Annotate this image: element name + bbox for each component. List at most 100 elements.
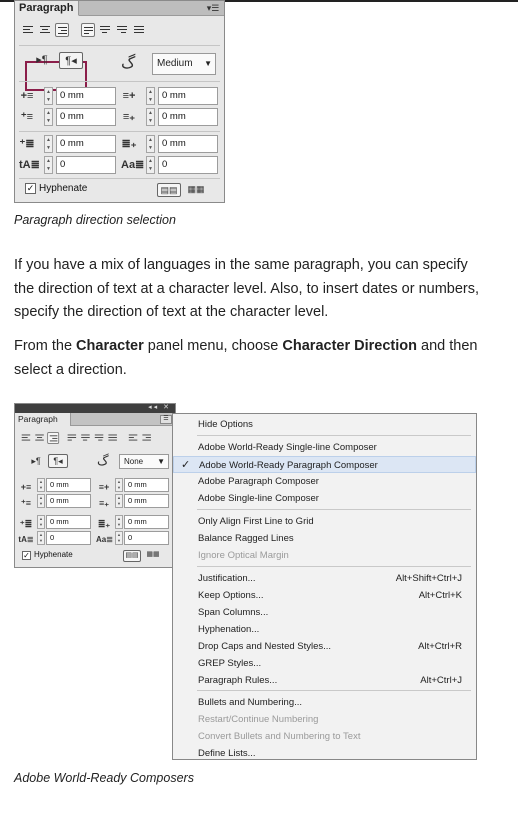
menu-separator [197,509,471,510]
menu-item[interactable]: Adobe Paragraph Composer [173,473,476,490]
hyphenate-checkbox[interactable]: ✓ [22,551,31,560]
align-away-spine-icon[interactable] [141,432,153,444]
menu-item[interactable]: Paragraph Rules... Alt+Ctrl+J [173,672,476,689]
menu-item[interactable]: Keep Options... Alt+Ctrl+K [173,587,476,604]
right-indent-field[interactable]: 0 mm [124,478,169,492]
last-line-indent-icon: ≡₊ [98,498,109,508]
first-line-indent-icon: ⁺≡ [20,498,31,508]
drop-cap-lines-field[interactable]: 0 [46,531,91,545]
last-line-indent-stepper[interactable]: ▲ ▼ [146,108,155,126]
align-left-icon[interactable] [20,432,32,444]
panel-menu-icon[interactable]: ☰ [160,415,172,424]
drop-cap-lines-field[interactable]: 0 [56,156,116,174]
last-line-indent-icon: ≡₊ [122,111,136,123]
drop-cap-chars-icon: Aa≣ [96,535,113,544]
left-indent-field[interactable]: 0 mm [46,478,91,492]
menu-item[interactable]: Hyphenation... [173,621,476,638]
menu-item[interactable]: Adobe World-Ready Single-line Composer [173,439,476,456]
rtl-direction-button[interactable]: ¶◂ [59,52,83,69]
menu-item-label: Ignore Optical Margin [198,550,289,561]
menu-item-label: Justification... [198,573,256,584]
hyphenate-label: Hyphenate [39,183,88,194]
menu-item[interactable]: Hide Options [173,416,476,433]
menu-item-label: GREP Styles... [198,658,262,669]
drop-cap-chars-stepper[interactable]: ▲ ▼ [146,156,155,174]
composer-icon: ﮒ [97,453,109,468]
panel-tab-paragraph[interactable]: Paragraph [15,413,71,426]
justify-center-icon[interactable] [80,432,92,444]
first-line-indent-stepper[interactable]: ▲ ▼ [37,494,45,508]
align-left-icon[interactable] [21,23,35,37]
span-columns-button[interactable]: ▤▤ [123,550,141,562]
menu-item[interactable]: Bullets and Numbering... [173,694,476,711]
panel-menu-icon[interactable]: ▾☰ [205,2,221,14]
collapse-close-icon[interactable]: ◂◂ ✕ [148,403,171,411]
hyphenate-label: Hyphenate [34,550,73,559]
panel-tab-paragraph[interactable]: Paragraph [15,1,79,16]
align-toward-spine-icon[interactable] [127,432,139,444]
drop-cap-lines-stepper[interactable]: ▲ ▼ [44,156,53,174]
space-after-field[interactable]: 0 mm [158,135,218,153]
drop-cap-chars-field[interactable]: 0 [124,531,169,545]
menu-item[interactable]: Adobe Single-line Composer [173,490,476,507]
drop-cap-chars-stepper[interactable]: ▲ ▼ [115,531,123,545]
right-indent-field[interactable]: 0 mm [158,87,218,105]
justify-right-icon[interactable] [115,23,129,37]
first-line-indent-stepper[interactable]: ▲ ▼ [44,108,53,126]
rtl-direction-button[interactable]: ¶◂ [48,454,68,468]
space-after-stepper[interactable]: ▲ ▼ [146,135,155,153]
menu-item[interactable]: Span Columns... [173,604,476,621]
justify-right-icon[interactable] [93,432,105,444]
composer-select-value: Medium [157,58,193,69]
left-indent-stepper[interactable]: ▲ ▼ [44,87,53,105]
split-columns-button[interactable]: ▦▦ [185,183,207,197]
menu-item[interactable]: Drop Caps and Nested Styles... Alt+Ctrl+R [173,638,476,655]
menu-item[interactable]: Only Align First Line to Grid [173,513,476,530]
drop-cap-lines-stepper[interactable]: ▲ ▼ [37,531,45,545]
menu-item-label: Restart/Continue Numbering [198,714,319,725]
first-line-indent-field[interactable]: 0 mm [46,494,91,508]
menu-item[interactable]: Balance Ragged Lines [173,530,476,547]
menu-separator [197,435,471,436]
span-columns-button[interactable]: ▤▤ [157,183,181,197]
hyphenate-checkbox[interactable]: ✓ [25,183,36,194]
space-before-field[interactable]: 0 mm [56,135,116,153]
space-after-field[interactable]: 0 mm [124,515,169,529]
left-indent-stepper[interactable]: ▲ ▼ [37,478,45,492]
menu-item[interactable]: Define Lists... [173,745,476,762]
align-center-icon[interactable] [34,432,46,444]
last-line-indent-field[interactable]: 0 mm [124,494,169,508]
menu-item[interactable]: GREP Styles... [173,655,476,672]
menu-item-label: Adobe World-Ready Single-line Composer [198,442,377,453]
panel-title: Paragraph [18,414,58,424]
space-after-stepper[interactable]: ▲ ▼ [115,515,123,529]
justify-all-icon[interactable] [132,23,146,37]
align-right-icon[interactable] [55,23,69,37]
space-before-stepper[interactable]: ▲ ▼ [44,135,53,153]
ltr-direction-button[interactable]: ▸¶ [31,52,53,69]
drop-cap-chars-field[interactable]: 0 [158,156,218,174]
align-center-icon[interactable] [38,23,52,37]
last-line-indent-stepper[interactable]: ▲ ▼ [115,494,123,508]
split-columns-button[interactable]: ▦▦ [145,550,161,562]
space-before-field[interactable]: 0 mm [46,515,91,529]
justify-left-icon[interactable] [66,432,78,444]
composer-select[interactable]: None ▼ [119,454,169,469]
panel-title: Paragraph [19,2,74,14]
ltr-direction-button[interactable]: ▸¶ [27,454,45,468]
align-right-icon[interactable] [47,432,60,444]
justify-left-icon[interactable] [81,23,95,37]
menu-item: Restart/Continue Numbering [173,711,476,728]
composer-select[interactable]: Medium ▼ [152,53,216,75]
last-line-indent-field[interactable]: 0 mm [158,108,218,126]
first-line-indent-field[interactable]: 0 mm [56,108,116,126]
menu-item[interactable]: Justification... Alt+Shift+Ctrl+J [173,570,476,587]
justify-center-icon[interactable] [98,23,112,37]
menu-item[interactable]: ✓ Adobe World-Ready Paragraph Composer [173,456,476,473]
right-indent-stepper[interactable]: ▲ ▼ [115,478,123,492]
divider [19,178,220,179]
left-indent-field[interactable]: 0 mm [56,87,116,105]
right-indent-stepper[interactable]: ▲ ▼ [146,87,155,105]
space-before-stepper[interactable]: ▲ ▼ [37,515,45,529]
justify-all-icon[interactable] [107,432,119,444]
